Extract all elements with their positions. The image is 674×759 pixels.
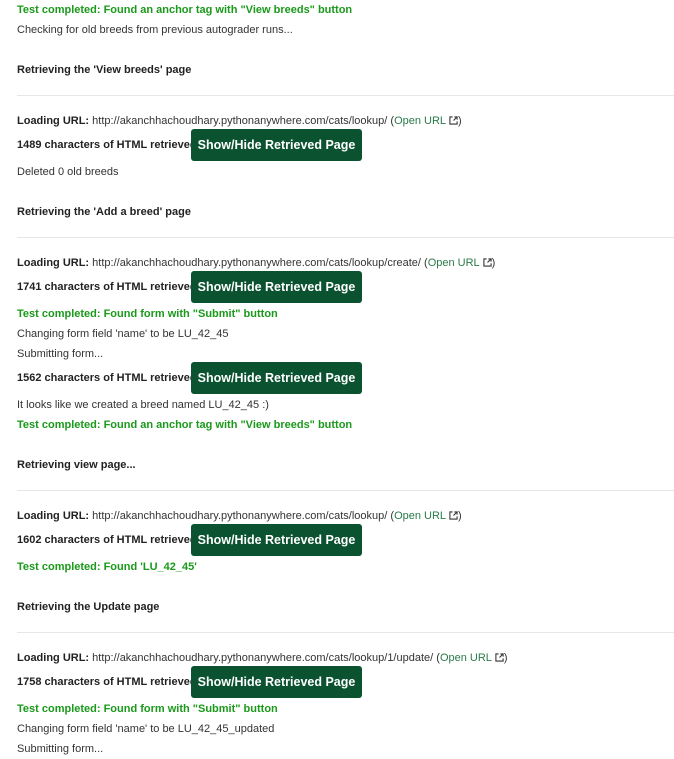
loading-url-value: http://akanchhachoudhary.pythonanywhere.… (92, 510, 388, 522)
external-link-icon (449, 116, 458, 125)
loading-url-label: Loading URL: (17, 115, 90, 127)
status-success: Test completed: Found an anchor tag with… (17, 419, 353, 431)
show-hide-retrieved-page-button[interactable]: Show/Hide Retrieved Page (191, 271, 362, 303)
open-url-link[interactable]: Open URL (394, 115, 458, 127)
status-success: Test completed: Found 'LU_42_45' (17, 561, 197, 573)
external-link-icon (449, 511, 458, 520)
open-url-label: Open URL (439, 652, 492, 664)
show-hide-retrieved-page-button[interactable]: Show/Hide Retrieved Page (191, 129, 362, 161)
chars-retrieved: 1741 characters of HTML retrieved (17, 281, 197, 293)
divider (17, 490, 674, 491)
show-hide-retrieved-page-button[interactable]: Show/Hide Retrieved Page (191, 362, 362, 394)
open-url-label: Open URL (394, 510, 447, 522)
section-heading: Retrieving the 'Add a breed' page (17, 206, 191, 218)
open-url-link[interactable]: Open URL (394, 510, 458, 522)
status-text: Deleted 0 old breeds (17, 166, 119, 178)
divider (17, 95, 674, 96)
status-text: Changing form field 'name' to be LU_42_4… (17, 328, 229, 340)
loading-url-label: Loading URL: (17, 257, 90, 269)
open-url-label: Open URL (427, 257, 480, 269)
chars-retrieved: 1489 characters of HTML retrieved (17, 139, 197, 151)
loading-url-value: http://akanchhachoudhary.pythonanywhere.… (92, 257, 421, 269)
divider (17, 632, 674, 633)
status-text: Submitting form... (17, 348, 104, 360)
paren: ) (458, 510, 462, 522)
paren: ) (503, 652, 508, 664)
paren: ) (491, 257, 496, 269)
status-success: Test completed: Found an anchor tag with… (17, 4, 353, 16)
status-text: Submitting form... (17, 743, 104, 755)
chars-retrieved: 1562 characters of HTML retrieved (17, 372, 197, 384)
status-success: Test completed: Found form with "Submit"… (17, 308, 278, 320)
loading-url-label: Loading URL: (17, 652, 90, 664)
chars-retrieved: 1602 characters of HTML retrieved (17, 534, 197, 546)
section-heading: Retrieving the Update page (17, 601, 160, 613)
section-heading: Retrieving the 'View breeds' page (17, 64, 192, 76)
open-url-link[interactable]: Open URL (440, 652, 504, 664)
loading-url-line: Loading URL: http://akanchhachoudhary.py… (17, 509, 462, 523)
external-link-icon (483, 258, 492, 267)
loading-url-line: Loading URL: http://akanchhachoudhary.py… (17, 114, 462, 128)
loading-url-value: http://akanchhachoudhary.pythonanywhere.… (92, 652, 434, 664)
divider (17, 237, 674, 238)
show-hide-retrieved-page-button[interactable]: Show/Hide Retrieved Page (191, 524, 362, 556)
section-heading: Retrieving view page... (17, 459, 136, 471)
loading-url-line: Loading URL: http://akanchhachoudhary.py… (17, 651, 508, 665)
loading-url-label: Loading URL: (17, 510, 90, 522)
loading-url-line: Loading URL: http://akanchhachoudhary.py… (17, 256, 495, 270)
open-url-link[interactable]: Open URL (428, 257, 492, 269)
loading-url-value: http://akanchhachoudhary.pythonanywhere.… (92, 115, 388, 127)
status-text: Changing form field 'name' to be LU_42_4… (17, 723, 275, 735)
status-text: Checking for old breeds from previous au… (17, 24, 293, 36)
status-text: It looks like we created a breed named L… (17, 399, 269, 411)
chars-retrieved: 1758 characters of HTML retrieved (17, 676, 197, 688)
show-hide-retrieved-page-button[interactable]: Show/Hide Retrieved Page (191, 666, 362, 698)
open-url-label: Open URL (394, 115, 447, 127)
paren: ) (458, 115, 462, 127)
status-success: Test completed: Found form with "Submit"… (17, 703, 278, 715)
external-link-icon (495, 653, 504, 662)
